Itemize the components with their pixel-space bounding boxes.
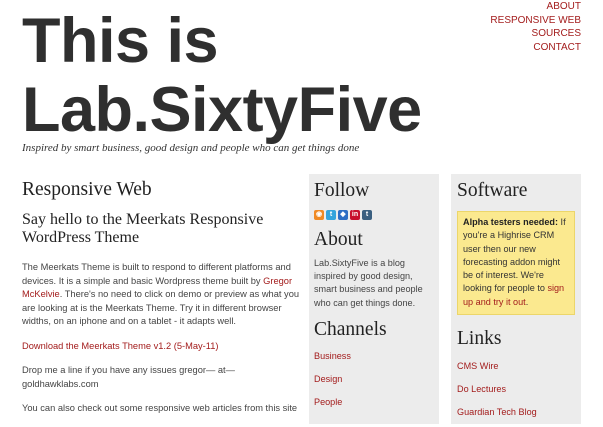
sidebar-follow-about: Follow ◉ t ◆ in t About Lab.SixtyFive is… bbox=[309, 174, 439, 424]
intro-paragraph: The Meerkats Theme is built to respond t… bbox=[22, 261, 300, 329]
channel-design-link[interactable]: Design bbox=[314, 373, 434, 386]
follow-heading: Follow bbox=[314, 180, 370, 201]
channels-list: Business Design People bbox=[314, 350, 434, 409]
twitter-icon[interactable]: t bbox=[326, 210, 336, 220]
about-heading: About bbox=[314, 229, 363, 250]
link-do-lectures[interactable]: Do Lectures bbox=[457, 383, 575, 396]
intro-text-start: The Meerkats Theme is built to respond t… bbox=[22, 262, 291, 286]
channels-heading: Channels bbox=[314, 318, 387, 340]
articles-paragraph: You can also check out some responsive w… bbox=[22, 403, 298, 413]
alpha-testers-notice: Alpha testers needed: If you're a Highri… bbox=[457, 211, 575, 316]
nav-contact-link[interactable]: CONTACT bbox=[490, 41, 581, 55]
link-guardian-tech-blog[interactable]: Guardian Tech Blog bbox=[457, 406, 575, 419]
software-heading: Software bbox=[457, 180, 528, 201]
channel-people-link[interactable]: People bbox=[314, 396, 434, 409]
sidebar-software-links: Software Alpha testers needed: If you're… bbox=[451, 174, 581, 424]
top-nav: ABOUT RESPONSIVE WEB SOURCES CONTACT bbox=[490, 0, 581, 54]
rss-icon[interactable]: ◉ bbox=[314, 210, 324, 220]
links-list: CMS Wire Do Lectures Guardian Tech Blog bbox=[457, 360, 575, 419]
site-title-line2: Lab.SixtyFive bbox=[22, 75, 422, 145]
link-cms-wire[interactable]: CMS Wire bbox=[457, 360, 575, 373]
links-heading: Links bbox=[457, 328, 502, 350]
intro-text-end: . There's no need to click on demo or pr… bbox=[22, 289, 300, 326]
notice-text: If you're a Highrise CRM user then our n… bbox=[463, 217, 566, 294]
social-icons: ◉ t ◆ in t bbox=[314, 210, 434, 220]
notice-title: Alpha testers needed: bbox=[463, 217, 559, 227]
download-theme-link[interactable]: Download the Meerkats Theme v1.2 (5-May-… bbox=[22, 341, 219, 351]
notice-end: . bbox=[525, 296, 529, 307]
site-title-line1: This is bbox=[22, 6, 219, 76]
nav-responsive-web-link[interactable]: RESPONSIVE WEB bbox=[490, 14, 581, 28]
article-title: Say hello to the Meerkats Responsive Wor… bbox=[22, 211, 264, 246]
nav-about-link[interactable]: ABOUT bbox=[490, 0, 581, 14]
contact-paragraph: Drop me a line if you have any issues gr… bbox=[22, 365, 235, 389]
site-tagline: Inspired by smart business, good design … bbox=[22, 142, 360, 154]
linkedin-icon[interactable]: in bbox=[350, 210, 360, 220]
site-title: This is Lab.SixtyFive bbox=[22, 7, 422, 145]
section-heading: Responsive Web bbox=[22, 179, 152, 200]
delicious-icon[interactable]: ◆ bbox=[338, 210, 348, 220]
main-content: Responsive Web Say hello to the Meerkats… bbox=[22, 178, 300, 427]
tumblr-icon[interactable]: t bbox=[362, 210, 372, 220]
about-text: Lab.SixtyFive is a blog inspired by good… bbox=[314, 258, 423, 308]
channel-business-link[interactable]: Business bbox=[314, 350, 434, 363]
download-paragraph: Download the Meerkats Theme v1.2 (5-May-… bbox=[22, 340, 300, 354]
nav-sources-link[interactable]: SOURCES bbox=[490, 27, 581, 41]
